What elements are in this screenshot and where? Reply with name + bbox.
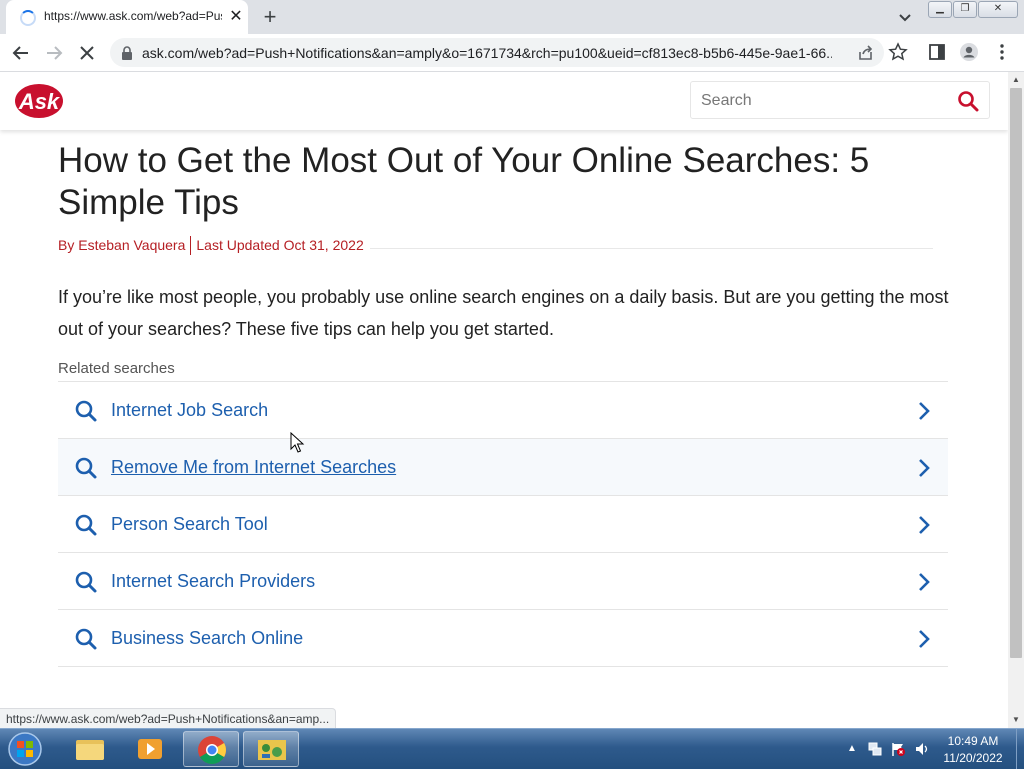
share-icon[interactable] xyxy=(856,43,876,63)
magnifier-icon xyxy=(75,571,97,593)
site-search-input[interactable] xyxy=(699,87,943,115)
magnifier-icon xyxy=(75,457,97,479)
folder-icon xyxy=(76,740,104,760)
chevron-right-icon xyxy=(919,402,930,420)
lock-icon[interactable] xyxy=(121,46,133,60)
logo-text: Ask xyxy=(18,89,61,114)
show-desktop-button[interactable] xyxy=(1016,729,1024,769)
clock-date[interactable]: 11/20/2022 xyxy=(932,751,1014,765)
control-panel-taskbar-button[interactable] xyxy=(243,731,299,767)
bookmark-star-icon[interactable] xyxy=(888,42,908,62)
magnifier-icon xyxy=(75,400,97,422)
start-button-icon[interactable] xyxy=(6,731,44,767)
explorer-taskbar-button[interactable] xyxy=(62,731,118,767)
restore-button[interactable]: ❐ xyxy=(953,1,977,18)
byline-separator xyxy=(190,236,192,255)
scroll-up-arrow-icon[interactable]: ▲ xyxy=(1008,72,1024,88)
stop-loading-icon[interactable] xyxy=(74,40,100,66)
url-text[interactable]: ask.com/web?ad=Push+Notifications&an=amp… xyxy=(142,45,832,61)
chrome-icon xyxy=(198,736,226,764)
web-page: Ask How to Get the Most Out of Your Onli… xyxy=(0,72,1008,728)
ask-logo[interactable]: Ask xyxy=(14,82,64,120)
related-searches-label: Related searches xyxy=(58,360,175,377)
minimize-button[interactable]: ▁ xyxy=(928,1,952,18)
browser-tab-bar: https://www.ask.com/web?ad=Push ✕ + ▁ ❐ … xyxy=(0,0,1024,34)
link-status-bubble: https://www.ask.com/web?ad=Push+Notifica… xyxy=(0,708,337,730)
related-search-item[interactable]: Business Search Online xyxy=(58,610,948,667)
mouse-cursor-icon xyxy=(290,432,305,453)
magnifier-icon xyxy=(75,514,97,536)
chrome-taskbar-button[interactable] xyxy=(183,731,239,767)
page-scrollbar[interactable]: ▲ ▼ xyxy=(1008,72,1024,728)
chevron-right-icon xyxy=(919,516,930,534)
browser-toolbar: ask.com/web?ad=Push+Notifications&an=amp… xyxy=(0,34,1024,72)
chevron-right-icon xyxy=(919,630,930,648)
magnifier-icon xyxy=(75,628,97,650)
chevron-right-icon xyxy=(919,573,930,591)
close-window-button[interactable]: ✕ xyxy=(978,1,1018,18)
show-hidden-icons-icon[interactable]: ▲ xyxy=(844,741,860,757)
search-button-icon[interactable] xyxy=(957,90,979,112)
related-search-link[interactable]: Remove Me from Internet Searches xyxy=(111,457,396,478)
scroll-down-arrow-icon[interactable]: ▼ xyxy=(1008,712,1024,728)
profile-avatar-icon[interactable] xyxy=(959,42,979,62)
tab-title: https://www.ask.com/web?ad=Push xyxy=(44,9,222,23)
article-title: How to Get the Most Out of Your Online S… xyxy=(58,141,870,222)
back-arrow-icon[interactable] xyxy=(8,40,34,66)
related-search-item[interactable]: Internet Job Search xyxy=(58,382,948,439)
action-center-flag-icon[interactable] xyxy=(890,741,906,757)
address-bar[interactable]: ask.com/web?ad=Push+Notifications&an=amp… xyxy=(110,38,884,67)
article-intro: If you’re like most people, you probably… xyxy=(58,287,949,339)
scrollbar-thumb[interactable] xyxy=(1010,88,1022,658)
forward-arrow-icon[interactable] xyxy=(41,40,67,66)
related-search-link[interactable]: Internet Job Search xyxy=(111,400,268,421)
volume-icon[interactable] xyxy=(914,741,930,757)
loading-spinner-icon xyxy=(20,10,36,26)
clock-time[interactable]: 10:49 AM xyxy=(932,734,1014,748)
side-panel-icon[interactable] xyxy=(927,42,947,62)
related-search-link[interactable]: Internet Search Providers xyxy=(111,571,315,592)
browser-tab[interactable]: https://www.ask.com/web?ad=Push ✕ xyxy=(6,0,248,34)
related-search-item[interactable]: Internet Search Providers xyxy=(58,553,948,610)
windows-taskbar: ▲ 10:49 AM 11/20/2022 xyxy=(0,728,1024,769)
browser-menu-icon[interactable] xyxy=(992,42,1012,62)
tab-search-chevron-icon[interactable] xyxy=(894,6,916,28)
tab-close-button[interactable]: ✕ xyxy=(226,7,246,27)
author-link[interactable]: By Esteban Vaquera xyxy=(58,237,185,253)
related-search-link[interactable]: Person Search Tool xyxy=(111,514,268,535)
media-player-icon xyxy=(138,739,162,759)
new-tab-button[interactable]: + xyxy=(256,4,284,30)
related-search-link[interactable]: Business Search Online xyxy=(111,628,303,649)
network-icon[interactable] xyxy=(867,741,883,757)
byline-divider xyxy=(370,248,933,249)
article-byline: By Esteban Vaquera Last Updated Oct 31, 2… xyxy=(58,236,364,256)
chevron-right-icon xyxy=(919,459,930,477)
control-panel-icon xyxy=(258,740,286,760)
site-search-box xyxy=(690,81,990,119)
related-search-item[interactable]: Person Search Tool xyxy=(58,496,948,553)
media-player-taskbar-button[interactable] xyxy=(122,731,178,767)
related-search-item[interactable]: Remove Me from Internet Searches xyxy=(58,439,948,496)
last-updated: Last Updated Oct 31, 2022 xyxy=(196,237,364,254)
site-header: Ask xyxy=(0,72,1008,130)
related-searches-list: Internet Job Search Remove Me from Inter… xyxy=(58,381,948,667)
